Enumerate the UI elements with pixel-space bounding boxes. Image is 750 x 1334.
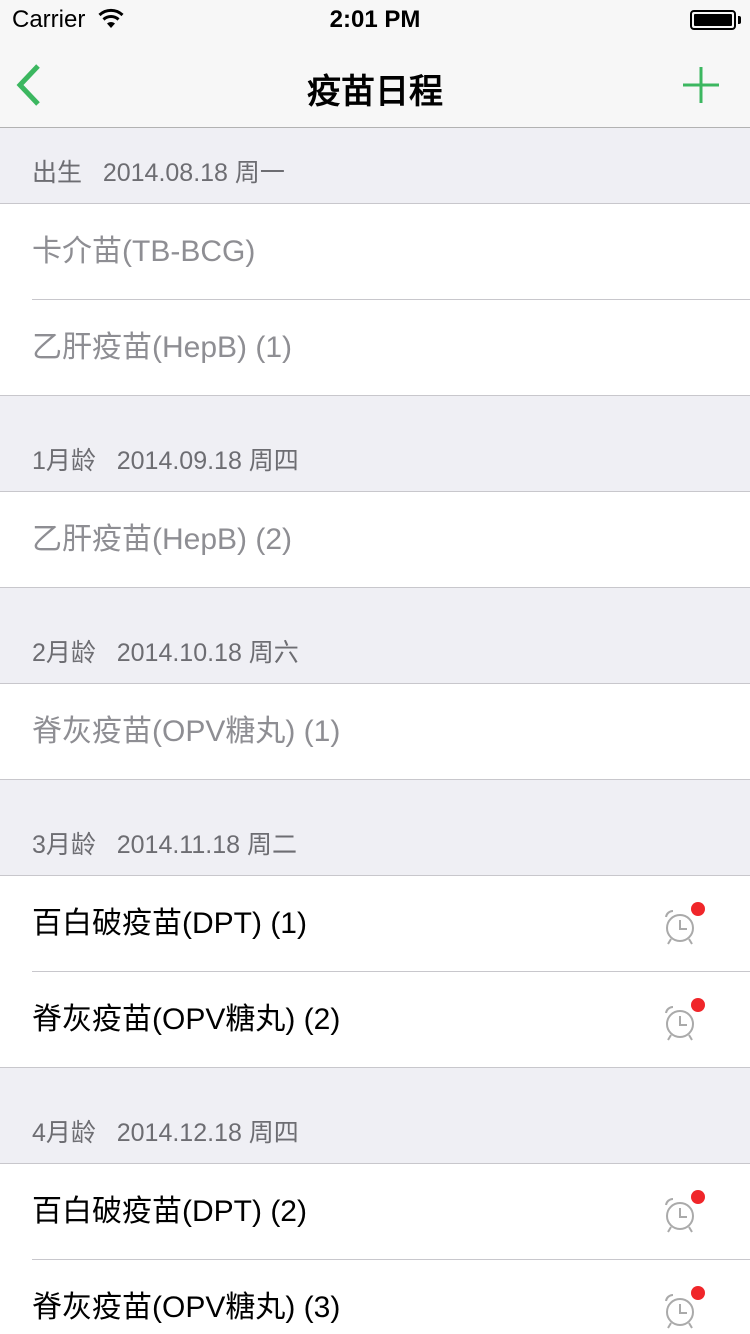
- plus-icon: [683, 67, 719, 103]
- row-divider: [0, 395, 750, 396]
- vaccine-name: 乙肝疫苗(HepB) (1): [32, 331, 293, 364]
- reminder-button[interactable]: [660, 902, 706, 948]
- section-header-label: 4月龄 2014.12.18 周四: [32, 1119, 299, 1147]
- add-button[interactable]: [676, 60, 726, 110]
- row-divider: [0, 1067, 750, 1068]
- vaccine-name: 脊灰疫苗(OPV糖丸) (3): [32, 1291, 341, 1324]
- alarm-clock-icon[interactable]: [660, 1286, 706, 1332]
- vaccine-name: 百白破疫苗(DPT) (2): [32, 1195, 307, 1228]
- section-spacer: [0, 588, 750, 608]
- section-header: 1月龄 2014.09.18 周四: [0, 416, 750, 492]
- vaccine-row[interactable]: 百白破疫苗(DPT) (2): [0, 1164, 750, 1260]
- vaccine-schedule-list[interactable]: 出生 2014.08.18 周一卡介苗(TB-BCG) 乙肝疫苗(HepB) (1…: [0, 128, 750, 1334]
- vaccine-name: 乙肝疫苗(HepB) (2): [32, 523, 293, 556]
- vaccine-row[interactable]: 百白破疫苗(DPT) (1): [0, 876, 750, 972]
- section-header: 3月龄 2014.11.18 周二: [0, 800, 750, 876]
- reminder-button[interactable]: [660, 1286, 706, 1332]
- status-time: 2:01 PM: [329, 6, 421, 33]
- vaccine-row[interactable]: 卡介苗(TB-BCG): [0, 204, 750, 300]
- section-header: 出生 2014.08.18 周一: [0, 128, 750, 204]
- section-spacer: [0, 780, 750, 800]
- navigation-bar: 疫苗日程: [0, 40, 750, 128]
- section-header-label: 1月龄 2014.09.18 周四: [32, 447, 299, 475]
- status-bar: Carrier 2:01 PM: [0, 0, 750, 40]
- row-divider: [0, 587, 750, 588]
- vaccine-name: 脊灰疫苗(OPV糖丸) (1): [32, 715, 341, 748]
- section-header: 4月龄 2014.12.18 周四: [0, 1088, 750, 1164]
- vaccine-name: 卡介苗(TB-BCG): [32, 235, 256, 268]
- vaccine-row[interactable]: 乙肝疫苗(HepB) (1): [0, 300, 750, 396]
- reminder-button[interactable]: [660, 998, 706, 1044]
- section-header: 2月龄 2014.10.18 周六: [0, 608, 750, 684]
- alarm-clock-icon[interactable]: [660, 902, 706, 948]
- battery-tip: [738, 16, 741, 24]
- vaccine-row[interactable]: 脊灰疫苗(OPV糖丸) (2): [0, 972, 750, 1068]
- section-header-label: 2月龄 2014.10.18 周六: [32, 639, 299, 667]
- reminder-button[interactable]: [660, 1190, 706, 1236]
- vaccine-row[interactable]: 脊灰疫苗(OPV糖丸) (3): [0, 1260, 750, 1334]
- alarm-clock-icon[interactable]: [660, 998, 706, 1044]
- page-title: 疫苗日程: [307, 73, 443, 111]
- vaccine-name: 百白破疫苗(DPT) (1): [32, 907, 307, 940]
- section-header-label: 出生 2014.08.18 周一: [32, 159, 285, 187]
- vaccine-row[interactable]: 乙肝疫苗(HepB) (2): [0, 492, 750, 588]
- section-spacer: [0, 396, 750, 416]
- section-header-label: 3月龄 2014.11.18 周二: [32, 831, 297, 859]
- battery-icon: [690, 10, 736, 30]
- section-spacer: [0, 1068, 750, 1088]
- vaccine-name: 脊灰疫苗(OPV糖丸) (2): [32, 1003, 341, 1036]
- row-divider: [0, 779, 750, 780]
- alarm-clock-icon[interactable]: [660, 1190, 706, 1236]
- vaccine-row[interactable]: 脊灰疫苗(OPV糖丸) (1): [0, 684, 750, 780]
